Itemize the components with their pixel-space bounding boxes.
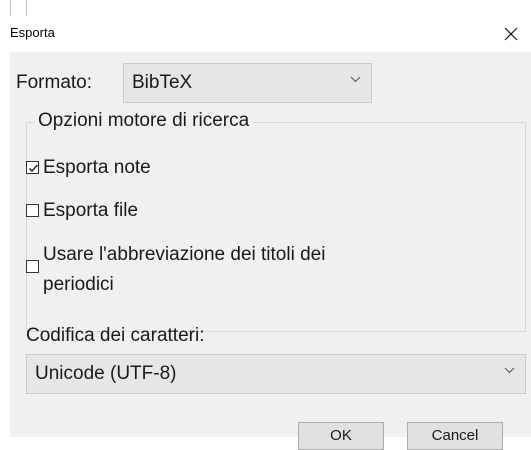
ok-button[interactable]: OK — [298, 422, 384, 450]
dialog-title: Esporta — [10, 25, 55, 40]
search-engine-options-group — [26, 122, 526, 332]
export-notes-checkbox[interactable] — [26, 161, 39, 174]
export-notes-label: Esporta note — [43, 157, 151, 178]
encoding-select[interactable]: Unicode (UTF-8) — [26, 354, 526, 394]
format-label: Formato: — [16, 72, 93, 93]
export-files-checkbox[interactable] — [26, 204, 39, 217]
ok-button-label: OK — [330, 427, 352, 444]
background-divider — [26, 0, 27, 16]
cancel-button[interactable]: Cancel — [407, 422, 503, 450]
title-bar: Esporta — [0, 16, 531, 52]
export-dialog: Esporta Formato: BibTeX Opzioni motore d… — [0, 0, 531, 450]
search-engine-options-title: Opzioni motore di ricerca — [34, 110, 254, 132]
checkmark-icon — [29, 164, 39, 173]
format-select[interactable]: BibTeX — [123, 63, 372, 103]
journal-abbreviation-label-line2: periodici — [43, 274, 114, 295]
background-window-strip — [0, 0, 531, 16]
close-icon — [504, 27, 518, 41]
journal-abbreviation-checkbox[interactable] — [26, 260, 39, 273]
chevron-down-icon — [504, 367, 515, 374]
background-divider — [10, 0, 11, 16]
format-selected-value: BibTeX — [132, 72, 193, 93]
dialog-body: Formato: BibTeX Opzioni motore di ricerc… — [10, 52, 531, 450]
close-button[interactable] — [491, 16, 531, 52]
journal-abbreviation-label-line1: Usare l'abbreviazione dei titoli dei — [43, 244, 326, 265]
encoding-label: Codifica dei caratteri: — [26, 325, 205, 346]
chevron-down-icon — [350, 76, 361, 83]
encoding-selected-value: Unicode (UTF-8) — [35, 363, 177, 384]
export-files-label: Esporta file — [43, 200, 139, 221]
cancel-button-label: Cancel — [431, 427, 479, 444]
